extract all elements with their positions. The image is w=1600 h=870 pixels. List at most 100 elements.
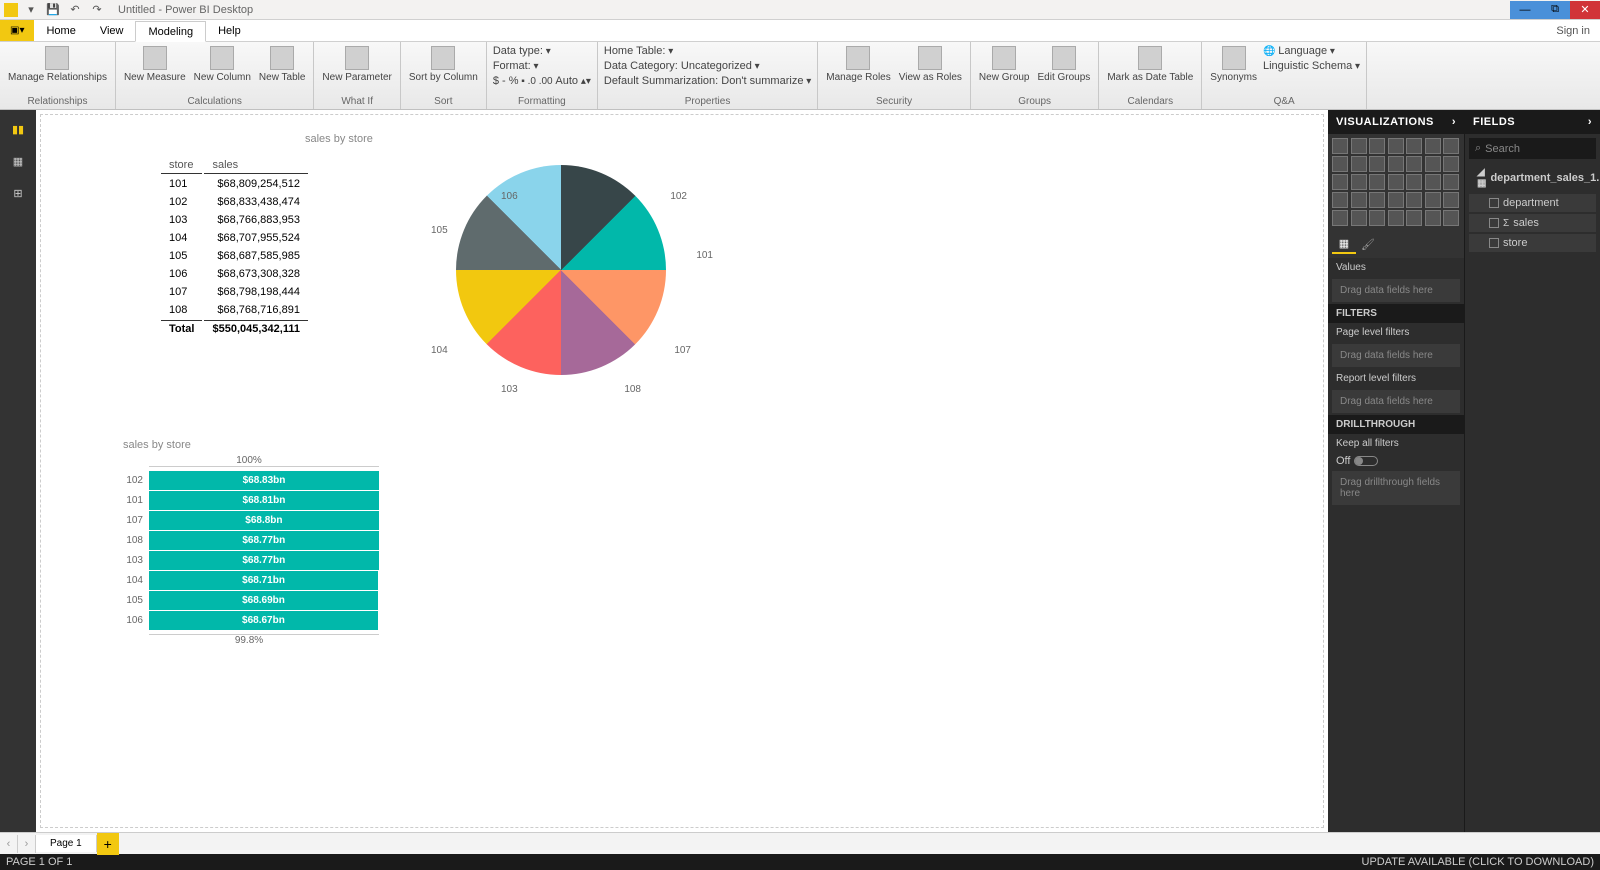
vis-type-icon[interactable] [1332,192,1348,208]
edit-groups-button[interactable]: Edit Groups [1036,44,1093,85]
format-dropdown[interactable]: Format: ▾ [493,59,591,73]
table-row[interactable]: 102$68,833,438,474 [161,194,308,210]
save-icon[interactable]: 💾 [44,1,62,19]
vis-type-icon[interactable] [1406,174,1422,190]
page-nav-next[interactable]: › [18,835,36,853]
manage-relationships-button[interactable]: Manage Relationships [6,44,109,85]
bar-row[interactable]: 107$68.8bn [119,511,379,530]
vis-type-icon[interactable] [1369,210,1385,226]
keep-filters-toggle[interactable]: Off [1328,453,1464,469]
vis-type-icon[interactable] [1443,138,1459,154]
update-available-link[interactable]: UPDATE AVAILABLE (CLICK TO DOWNLOAD) [1362,856,1594,868]
pie-visual[interactable]: 102 101 107 108 103 104 105 106 [401,125,721,375]
tab-modeling[interactable]: Modeling [135,21,206,42]
bar-row[interactable]: 108$68.77bn [119,531,379,550]
bar-row[interactable]: 103$68.77bn [119,551,379,570]
bar-row[interactable]: 104$68.71bn [119,571,379,590]
page-tab-1[interactable]: Page 1 [36,835,97,852]
new-table-button[interactable]: New Table [257,44,308,85]
vis-type-icon[interactable] [1332,156,1348,172]
mark-as-date-table-button[interactable]: Mark as Date Table [1105,44,1195,85]
vis-type-icon[interactable] [1406,138,1422,154]
table-row[interactable]: 104$68,707,955,524 [161,230,308,246]
table-row[interactable]: 105$68,687,585,985 [161,248,308,264]
vis-type-icon[interactable] [1388,210,1404,226]
currency-controls[interactable]: $ - % ▪ .0 .00 Auto ▴▾ [493,74,591,88]
table-row[interactable]: 108$68,768,716,891 [161,302,308,318]
vis-type-icon[interactable] [1351,156,1367,172]
vis-type-icon[interactable] [1443,192,1459,208]
vis-type-icon[interactable] [1369,174,1385,190]
maximize-button[interactable]: ⧉ [1540,1,1570,19]
vis-type-icon[interactable] [1425,138,1441,154]
default-summarization-dropdown[interactable]: Default Summarization: Don't summarize ▾ [604,74,811,88]
data-type-dropdown[interactable]: Data type: ▾ [493,44,591,58]
visualizations-header[interactable]: VISUALIZATIONS› [1328,110,1464,134]
tab-view[interactable]: View [88,20,136,41]
vis-type-icon[interactable] [1351,210,1367,226]
vis-type-icon[interactable] [1351,138,1367,154]
report-filters-drop-zone[interactable]: Drag data fields here [1332,390,1460,413]
bar-visual[interactable]: sales by store 100% 102$68.83bn101$68.81… [119,435,379,646]
language-dropdown[interactable]: 🌐 Language ▾ [1263,44,1360,58]
field-sales[interactable]: Σ sales [1469,214,1596,232]
synonyms-button[interactable]: Synonyms [1208,44,1259,85]
vis-type-icon[interactable] [1369,156,1385,172]
table-row[interactable]: 103$68,766,883,953 [161,212,308,228]
vis-type-icon[interactable] [1332,210,1348,226]
vis-type-icon[interactable] [1388,156,1404,172]
vis-type-icon[interactable] [1351,174,1367,190]
manage-roles-button[interactable]: Manage Roles [824,44,892,85]
vis-type-icon[interactable] [1369,192,1385,208]
table-row[interactable]: 101$68,809,254,512 [161,176,308,192]
vis-type-icon[interactable] [1332,174,1348,190]
vis-type-icon[interactable] [1425,174,1441,190]
data-category-dropdown[interactable]: Data Category: Uncategorized ▾ [604,59,811,73]
redo-icon[interactable]: ↷ [88,1,106,19]
fields-header[interactable]: FIELDS› [1465,110,1600,134]
tab-help[interactable]: Help [206,20,253,41]
field-department[interactable]: department [1469,194,1596,212]
bar-row[interactable]: 101$68.81bn [119,491,379,510]
close-button[interactable]: ✕ [1570,1,1600,19]
bar-row[interactable]: 106$68.67bn [119,611,379,630]
linguistic-schema-dropdown[interactable]: Linguistic Schema ▾ [1263,59,1360,73]
vis-type-icon[interactable] [1443,156,1459,172]
page-filters-drop-zone[interactable]: Drag data fields here [1332,344,1460,367]
new-group-button[interactable]: New Group [977,44,1032,85]
table-row[interactable]: 107$68,798,198,444 [161,284,308,300]
home-table-dropdown[interactable]: Home Table: ▾ [604,44,811,58]
vis-type-icon[interactable] [1388,174,1404,190]
vis-type-icon[interactable] [1388,192,1404,208]
data-view-icon[interactable]: ▦ [7,150,29,172]
vis-type-icon[interactable] [1406,156,1422,172]
new-parameter-button[interactable]: New Parameter [320,44,393,85]
vis-type-icon[interactable] [1425,156,1441,172]
model-view-icon[interactable]: ⊞ [7,182,29,204]
field-store[interactable]: store [1469,234,1596,252]
vis-type-icon[interactable] [1425,192,1441,208]
page-nav-prev[interactable]: ‹ [0,835,18,853]
vis-type-icon[interactable] [1406,210,1422,226]
bar-row[interactable]: 105$68.69bn [119,591,379,610]
minimize-button[interactable]: — [1510,1,1540,19]
values-drop-zone[interactable]: Drag data fields here [1332,279,1460,302]
table-visual[interactable]: storesales 101$68,809,254,512102$68,833,… [159,155,310,339]
vis-type-icon[interactable] [1443,174,1459,190]
new-measure-button[interactable]: New Measure [122,44,188,85]
view-as-roles-button[interactable]: View as Roles [897,44,964,85]
tab-home[interactable]: Home [34,20,87,41]
vis-type-icon[interactable] [1406,192,1422,208]
vis-type-icon[interactable] [1443,210,1459,226]
add-page-button[interactable]: + [97,833,119,855]
qat-dropdown[interactable]: ▾ [22,1,40,19]
field-table[interactable]: ◢ ▦ department_sales_1... [1469,164,1596,192]
report-canvas[interactable]: sales by store storesales 101$68,809,254… [40,114,1324,828]
vis-type-icon[interactable] [1388,138,1404,154]
table-row[interactable]: 106$68,673,308,328 [161,266,308,282]
drillthrough-drop-zone[interactable]: Drag drillthrough fields here [1332,471,1460,505]
vis-type-icon[interactable] [1369,138,1385,154]
bar-row[interactable]: 102$68.83bn [119,471,379,490]
report-view-icon[interactable]: ▮▮ [7,118,29,140]
vis-type-icon[interactable] [1351,192,1367,208]
